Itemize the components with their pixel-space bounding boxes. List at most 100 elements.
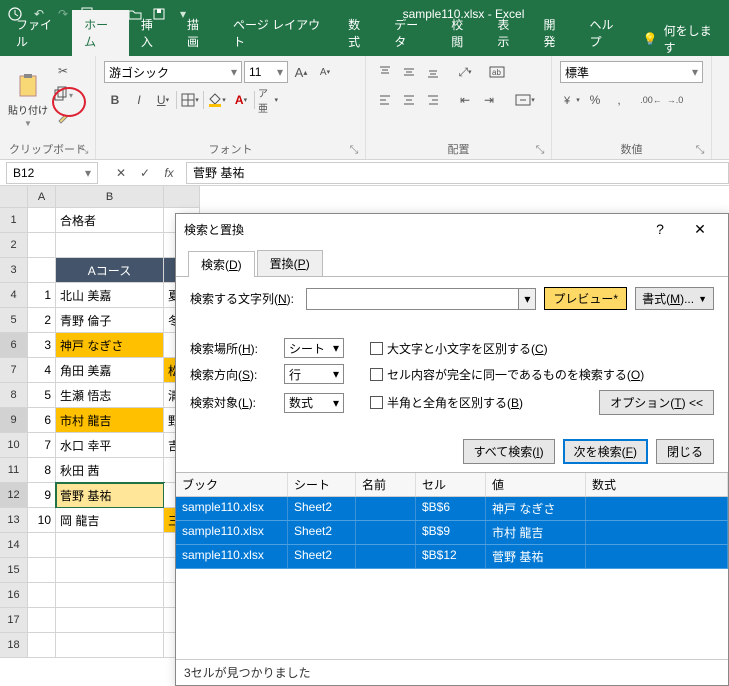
- cell[interactable]: [56, 558, 164, 583]
- cell-header[interactable]: Aコース: [56, 258, 164, 283]
- row-header[interactable]: 8: [0, 383, 28, 408]
- cell[interactable]: 北山 美嘉: [56, 283, 164, 308]
- match-entire-cell-checkbox[interactable]: セル内容が完全に同一であるものを検索する(O): [370, 366, 644, 383]
- find-what-input[interactable]: ▾: [306, 288, 536, 310]
- cell[interactable]: 秋田 茜: [56, 458, 164, 483]
- cell[interactable]: [28, 583, 56, 608]
- tab-find[interactable]: 検索(D): [188, 251, 255, 277]
- copy-button[interactable]: ▾: [52, 84, 74, 106]
- row-header[interactable]: 10: [0, 433, 28, 458]
- cell[interactable]: [56, 533, 164, 558]
- cell[interactable]: 9: [28, 483, 56, 508]
- percent-button[interactable]: %: [584, 89, 606, 111]
- select-all-corner[interactable]: [0, 186, 28, 208]
- cell[interactable]: [28, 233, 56, 258]
- row-header[interactable]: 11: [0, 458, 28, 483]
- format-painter-button[interactable]: [52, 108, 74, 130]
- look-in-select[interactable]: 数式▾: [284, 393, 344, 413]
- tell-me[interactable]: 💡 何をします: [635, 22, 725, 56]
- confirm-edit-icon[interactable]: ✓: [134, 162, 156, 184]
- indent-dec-button[interactable]: ⇤: [454, 89, 476, 111]
- row-header[interactable]: 12: [0, 483, 28, 508]
- cell[interactable]: 3: [28, 333, 56, 358]
- result-row[interactable]: sample110.xlsxSheet2$B$12菅野 基祐: [176, 545, 728, 569]
- align-left-button[interactable]: [374, 89, 396, 111]
- match-width-checkbox[interactable]: 半角と全角を区別する(B): [370, 394, 523, 411]
- align-top-button[interactable]: [374, 61, 396, 83]
- row-header[interactable]: 15: [0, 558, 28, 583]
- name-box[interactable]: B12▾: [6, 162, 98, 184]
- row-header[interactable]: 5: [0, 308, 28, 333]
- tab-help[interactable]: ヘルプ: [578, 10, 635, 56]
- col-header-c[interactable]: [164, 186, 200, 208]
- tab-data[interactable]: データ: [382, 10, 439, 56]
- fx-icon[interactable]: fx: [158, 162, 180, 184]
- cell[interactable]: [28, 558, 56, 583]
- cell[interactable]: [28, 208, 56, 233]
- merge-button[interactable]: ▾: [510, 89, 540, 111]
- wrap-text-button[interactable]: ab: [486, 61, 508, 83]
- row-header[interactable]: 3: [0, 258, 28, 283]
- font-color-button[interactable]: A▾: [230, 89, 252, 111]
- find-all-button[interactable]: すべて検索(I): [463, 439, 555, 464]
- cell[interactable]: 8: [28, 458, 56, 483]
- launcher-icon[interactable]: ⤡: [347, 143, 361, 157]
- find-next-button[interactable]: 次を検索(F): [563, 439, 648, 464]
- cell[interactable]: [28, 633, 56, 658]
- align-right-button[interactable]: [422, 89, 444, 111]
- tab-formula[interactable]: 数式: [336, 10, 382, 56]
- cell[interactable]: [28, 533, 56, 558]
- tab-dev[interactable]: 開発: [531, 10, 577, 56]
- cell[interactable]: 市村 龍吉: [56, 408, 164, 433]
- paste-button[interactable]: 貼り付け ▼: [8, 60, 48, 139]
- redo-icon[interactable]: ↷: [52, 3, 74, 25]
- tab-draw[interactable]: 描画: [175, 10, 221, 56]
- dec-decimal-button[interactable]: →.0: [664, 89, 686, 111]
- col-header-b[interactable]: B: [56, 186, 164, 208]
- col-cell[interactable]: セル: [416, 473, 486, 496]
- launcher-icon[interactable]: ⤡: [533, 143, 547, 157]
- launcher-icon[interactable]: ⤡: [693, 143, 707, 157]
- tab-insert[interactable]: 挿入: [129, 10, 175, 56]
- number-format-combo[interactable]: 標準▾: [560, 61, 703, 83]
- row-header[interactable]: 1: [0, 208, 28, 233]
- col-book[interactable]: ブック: [176, 473, 288, 496]
- row-header[interactable]: 16: [0, 583, 28, 608]
- row-header[interactable]: 2: [0, 233, 28, 258]
- grow-font-button[interactable]: A▴: [290, 61, 312, 83]
- cell[interactable]: [56, 608, 164, 633]
- cell[interactable]: 10: [28, 508, 56, 533]
- result-row[interactable]: sample110.xlsxSheet2$B$9市村 龍吉: [176, 521, 728, 545]
- comma-button[interactable]: ,: [608, 89, 630, 111]
- tab-view[interactable]: 表示: [485, 10, 531, 56]
- result-row[interactable]: sample110.xlsxSheet2$B$6神戸 なぎさ: [176, 497, 728, 521]
- fill-color-button[interactable]: ▾: [206, 89, 228, 111]
- cell[interactable]: 生瀬 悟志: [56, 383, 164, 408]
- search-direction-select[interactable]: 行▾: [284, 364, 344, 384]
- preview-button[interactable]: プレビュー*: [544, 287, 627, 310]
- launcher-icon[interactable]: ⤡: [77, 143, 91, 157]
- col-sheet[interactable]: シート: [288, 473, 356, 496]
- cell[interactable]: [28, 258, 56, 283]
- match-case-checkbox[interactable]: 大文字と小文字を区別する(C): [370, 340, 548, 357]
- cell[interactable]: [56, 583, 164, 608]
- row-header[interactable]: 4: [0, 283, 28, 308]
- underline-button[interactable]: U▾: [152, 89, 174, 111]
- cell[interactable]: 5: [28, 383, 56, 408]
- row-header[interactable]: 7: [0, 358, 28, 383]
- row-header[interactable]: 14: [0, 533, 28, 558]
- row-header[interactable]: 17: [0, 608, 28, 633]
- row-header[interactable]: 18: [0, 633, 28, 658]
- format-button[interactable]: 書式(M)...▼: [635, 287, 714, 310]
- indent-inc-button[interactable]: ⇥: [478, 89, 500, 111]
- row-header[interactable]: 9: [0, 408, 28, 433]
- currency-button[interactable]: ¥▾: [560, 89, 582, 111]
- borders-button[interactable]: ▾: [179, 89, 201, 111]
- align-bottom-button[interactable]: [422, 61, 444, 83]
- cancel-edit-icon[interactable]: ✕: [110, 162, 132, 184]
- col-header-a[interactable]: A: [28, 186, 56, 208]
- tab-replace[interactable]: 置換(P): [257, 250, 323, 276]
- col-name[interactable]: 名前: [356, 473, 416, 496]
- cell[interactable]: 角田 美嘉: [56, 358, 164, 383]
- shrink-font-button[interactable]: A▾: [314, 61, 336, 83]
